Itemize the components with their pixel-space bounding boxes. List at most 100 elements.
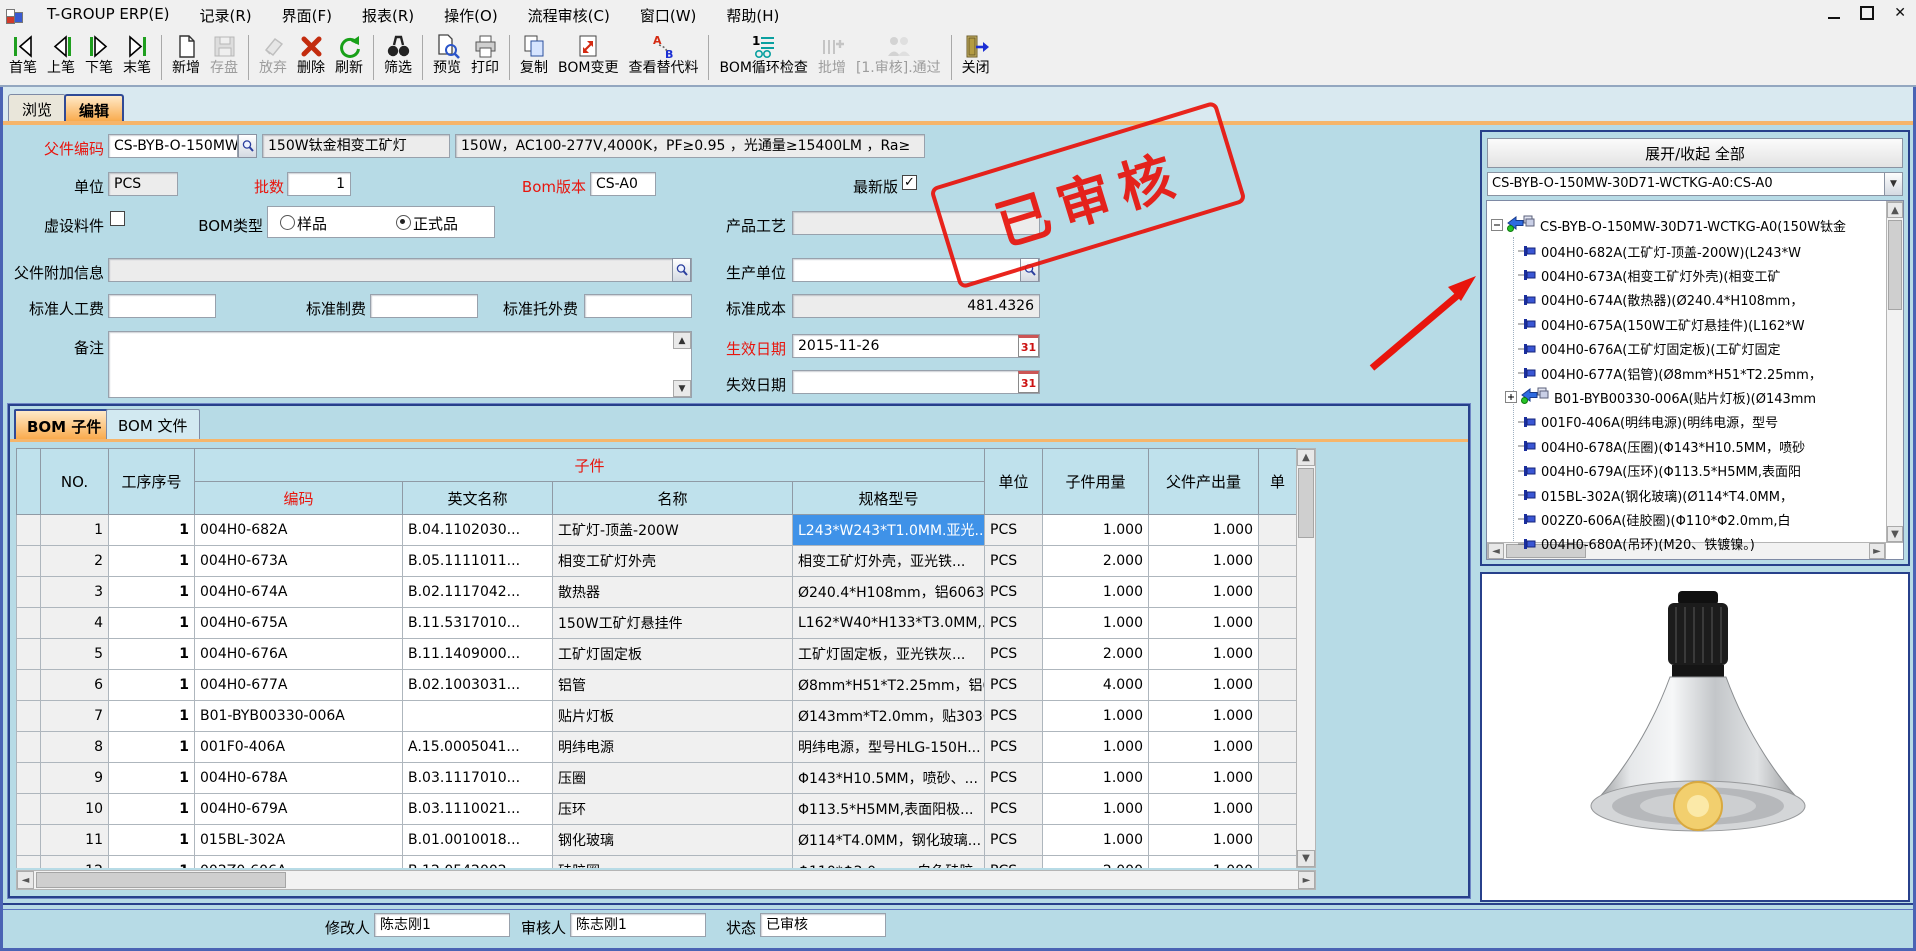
menu-item-7[interactable]: 窗口(W)	[625, 1, 712, 30]
cell-extra[interactable]	[1259, 856, 1296, 869]
cell-spec[interactable]: 工矿灯固定板，亚光铁灰...	[793, 639, 985, 670]
cell-code[interactable]: 004H0-678A	[195, 763, 403, 794]
cell-en-name[interactable]: B.11.5317010...	[403, 608, 553, 639]
menu-item-1[interactable]: T-GROUP ERP(E)	[32, 1, 185, 30]
scrollbar-thumb[interactable]	[1888, 220, 1902, 310]
cell-parent-qty[interactable]: 1.000	[1149, 794, 1259, 825]
cell-name[interactable]: 工矿灯-顶盖-200W	[553, 515, 793, 546]
batch-input[interactable]: 1	[287, 172, 351, 196]
expire-date-input[interactable]	[792, 370, 1040, 394]
menu-item-5[interactable]: 操作(O)	[429, 1, 513, 30]
row-indicator-cell[interactable]	[17, 670, 41, 701]
cell-no[interactable]: 11	[41, 825, 109, 856]
cell-parent-qty[interactable]: 1.000	[1149, 763, 1259, 794]
radio-sample[interactable]	[280, 215, 295, 230]
status-field[interactable]: 已审核	[760, 913, 886, 937]
scroll-left-icon[interactable]: ◄	[1488, 543, 1504, 559]
tree-node-11[interactable]: 015BL-302A(钢化玻璃)(Ø114*T4.0MM，	[1517, 483, 1793, 507]
cell-no[interactable]: 7	[41, 701, 109, 732]
minimize-button[interactable]	[1828, 7, 1840, 19]
menu-item-3[interactable]: 界面(F)	[267, 1, 347, 30]
toolbar-copy-button[interactable]: 复制	[515, 30, 553, 85]
cell-name[interactable]: 硅胶圈	[553, 856, 793, 869]
cell-parent-qty[interactable]: 1.000	[1149, 515, 1259, 546]
virtual-part-checkbox[interactable]	[110, 211, 125, 226]
scroll-up-icon[interactable]: ▲	[1887, 202, 1903, 218]
tree-node-13[interactable]: 004H0-680A(吊环)(M20、铁镀镍。)	[1517, 532, 1755, 556]
cell-code[interactable]: 004H0-679A	[195, 794, 403, 825]
tab-edit[interactable]: 编辑	[64, 94, 124, 121]
menu-item-4[interactable]: 报表(R)	[347, 1, 429, 30]
cell-spec[interactable]: 明纬电源，型号HLG-150H...	[793, 732, 985, 763]
cell-no[interactable]: 10	[41, 794, 109, 825]
cell-code[interactable]: 004H0-676A	[195, 639, 403, 670]
cell-seq[interactable]: 1	[109, 608, 195, 639]
cell-name[interactable]: 贴片灯板	[553, 701, 793, 732]
cell-spec[interactable]: Ø8mm*H51*T2.25mm，铝6...	[793, 670, 985, 701]
cell-no[interactable]: 2	[41, 546, 109, 577]
scrollbar-thumb[interactable]	[36, 872, 286, 888]
std-labor-input[interactable]	[108, 294, 216, 318]
cell-spec[interactable]: Ø240.4*H108mm，铝6063...	[793, 577, 985, 608]
cell-en-name[interactable]: B.11.1409000...	[403, 639, 553, 670]
cell-qty[interactable]: 4.000	[1043, 670, 1149, 701]
close-button[interactable]: ✕	[1894, 5, 1906, 21]
cell-extra[interactable]	[1259, 794, 1296, 825]
row-indicator-cell[interactable]	[17, 763, 41, 794]
cell-name[interactable]: 相变工矿灯外壳	[553, 546, 793, 577]
menu-item-2[interactable]: 记录(R)	[185, 1, 267, 30]
tab-bom-children[interactable]: BOM 子件	[14, 409, 114, 439]
tree-node-7[interactable]: B01-BYB00330-006A(贴片灯板)(Ø143mm	[1505, 385, 1816, 409]
cell-seq[interactable]: 1	[109, 701, 195, 732]
bom-version-input[interactable]: CS-A0	[590, 172, 656, 196]
row-indicator-cell[interactable]	[17, 546, 41, 577]
cell-qty[interactable]: 2.000	[1043, 546, 1149, 577]
cell-code[interactable]: 004H0-675A	[195, 608, 403, 639]
tab-bom-files[interactable]: BOM 文件	[106, 409, 200, 439]
cell-unit[interactable]: PCS	[985, 639, 1043, 670]
cell-en-name[interactable]: B.02.1117042...	[403, 577, 553, 608]
cell-en-name[interactable]: B.01.0010018...	[403, 825, 553, 856]
cell-extra[interactable]	[1259, 701, 1296, 732]
row-indicator-cell[interactable]	[17, 701, 41, 732]
parent-code-input[interactable]: CS-BYB-O-150MW-3	[108, 134, 238, 158]
cell-extra[interactable]	[1259, 577, 1296, 608]
tab-browse[interactable]: 浏览	[8, 94, 66, 121]
cell-qty[interactable]: 2.000	[1043, 639, 1149, 670]
cell-unit[interactable]: PCS	[985, 701, 1043, 732]
cell-extra[interactable]	[1259, 825, 1296, 856]
cell-no[interactable]: 1	[41, 515, 109, 546]
toolbar-bom-change-button[interactable]: BOM变更	[553, 30, 623, 85]
tree-node-8[interactable]: 001F0-406A(明纬电源)(明纬电源，型号	[1517, 410, 1778, 434]
cell-name[interactable]: 钢化玻璃	[553, 825, 793, 856]
cell-parent-qty[interactable]: 1.000	[1149, 577, 1259, 608]
toolbar-nav-prev-button[interactable]: 上笔	[42, 30, 80, 85]
cell-parent-qty[interactable]: 1.000	[1149, 732, 1259, 763]
cell-name[interactable]: 压环	[553, 794, 793, 825]
cell-en-name[interactable]: B.02.1003031...	[403, 670, 553, 701]
cell-spec[interactable]: Ø143mm*T2.0mm，贴3030...	[793, 701, 985, 732]
cell-code[interactable]: 004H0-682A	[195, 515, 403, 546]
cell-code[interactable]: B01-BYB00330-006A	[195, 701, 403, 732]
cell-extra[interactable]	[1259, 670, 1296, 701]
cell-parent-qty[interactable]: 1.000	[1149, 546, 1259, 577]
cell-en-name[interactable]	[403, 701, 553, 732]
cell-en-name[interactable]: B.12.0542002...	[403, 856, 553, 869]
cell-name[interactable]: 铝管	[553, 670, 793, 701]
tree-node-9[interactable]: 004H0-678A(压圈)(Φ143*H10.5MM，喷砂	[1517, 434, 1805, 458]
cell-qty[interactable]: 1.000	[1043, 515, 1149, 546]
cell-seq[interactable]: 1	[109, 825, 195, 856]
parent-extra-field[interactable]	[108, 258, 692, 282]
cell-unit[interactable]: PCS	[985, 546, 1043, 577]
radio-formal[interactable]	[396, 215, 411, 230]
scroll-left-icon[interactable]: ◄	[17, 871, 34, 889]
tree-node-4[interactable]: 004H0-675A(150W工矿灯悬挂件)(L162*W	[1517, 312, 1805, 336]
cell-spec[interactable]: Φ113.5*H5MM,表面阳极...	[793, 794, 985, 825]
cell-en-name[interactable]: B.04.1102030...	[403, 515, 553, 546]
cell-unit[interactable]: PCS	[985, 763, 1043, 794]
cell-spec[interactable]: Ø114*T4.0MM，钢化玻璃...	[793, 825, 985, 856]
tree-root-node[interactable]: CS-BYB-O-150MW-30D71-WCTKG-A0(150W钛金	[1491, 213, 1846, 237]
cell-no[interactable]: 4	[41, 608, 109, 639]
toolbar-substitute-ab-button[interactable]: AB查看替代料	[623, 30, 703, 85]
cell-parent-qty[interactable]: 1.000	[1149, 608, 1259, 639]
